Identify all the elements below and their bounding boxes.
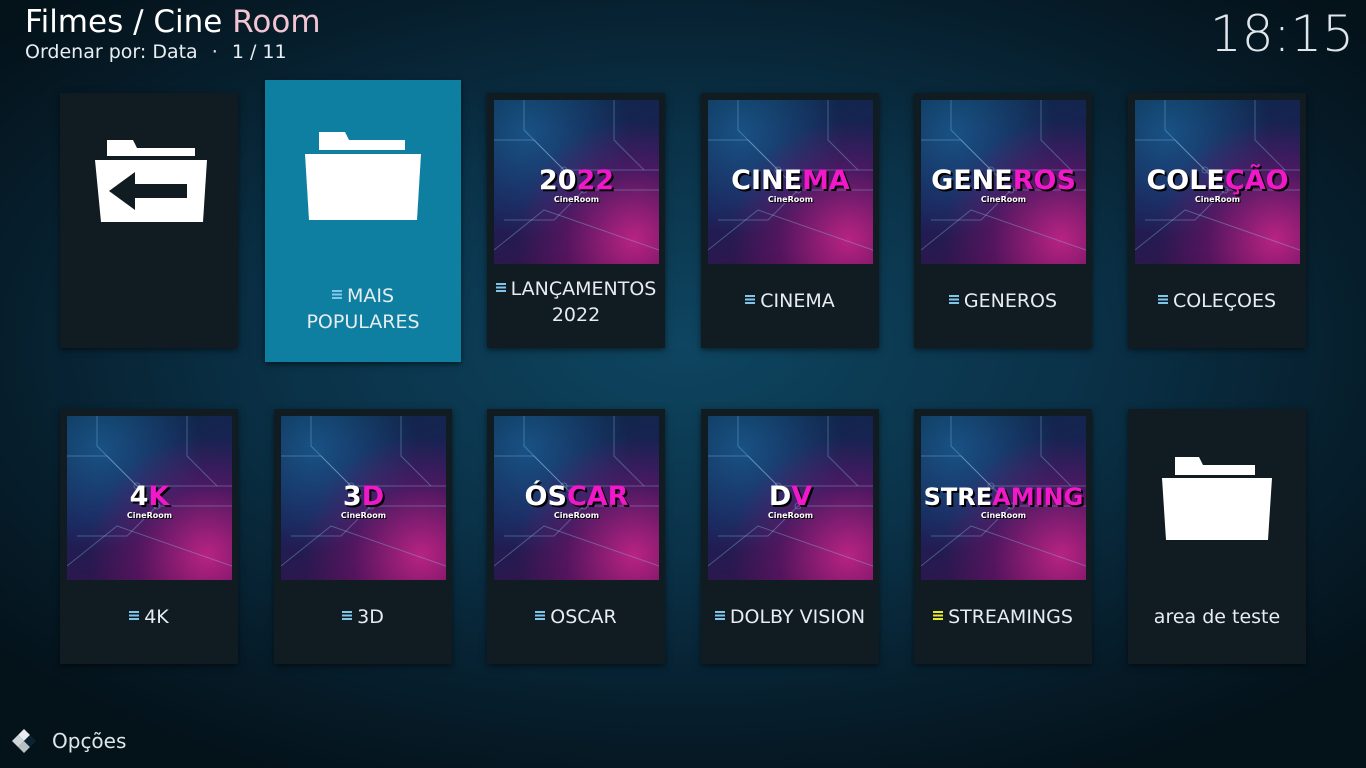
tile-area-de-teste[interactable]: area de teste [1128,409,1306,664]
section-name: Filmes [25,4,124,40]
addon-name-part1: Cine [153,4,223,40]
tile-mais-populares[interactable]: MAIS POPULARES [265,80,461,362]
thumbnail: GENEROS CineRoom [921,100,1086,264]
list-icon [331,290,342,299]
sort-label[interactable]: Ordenar por: Data [25,41,198,63]
folder-icon [305,132,421,220]
tile-label: DOLBY VISION [701,604,879,630]
tile-label: area de teste [1153,606,1281,628]
list-icon [495,283,506,292]
options-label: Opções [52,729,127,753]
tile-streamings[interactable]: STREAMING CineRoom STREAMINGS [914,409,1092,664]
tile-label: MAIS POPULARES [306,285,420,333]
tile-label: GENEROS [914,288,1092,314]
thumbnail: 4K CineRoom [67,416,232,580]
tile-3d[interactable]: 3D CineRoom 3D [274,409,452,664]
tile-cinema[interactable]: CINEMA CineRoom CINEMA [701,93,879,348]
thumbnail: STREAMING CineRoom [921,416,1086,580]
folder-back-icon [95,140,207,222]
addon-name-part2: Room [232,4,321,40]
sort-info: Ordenar por: Data · 1 / 11 [25,40,287,64]
options-icon [12,729,36,753]
thumbnail: COLEÇÃO CineRoom [1135,100,1300,264]
thumbnail: 3D CineRoom [281,416,446,580]
list-icon [745,295,756,304]
tile-label: STREAMINGS [914,604,1092,630]
tile-oscar[interactable]: ÓSCAR CineRoom OSCAR [487,409,665,664]
tile-dolby-vision[interactable]: DV CineRoom DOLBY VISION [701,409,879,664]
tile-colecoes[interactable]: COLEÇÃO CineRoom COLEÇOES [1128,93,1306,348]
tile-generos[interactable]: GENEROS CineRoom GENEROS [914,93,1092,348]
options-button[interactable]: Opções [10,727,126,755]
list-icon [714,611,725,620]
tile-4k[interactable]: 4K CineRoom 4K [60,409,238,664]
breadcrumb-title: Filmes / Cine Room [25,2,321,42]
thumbnail: 2022 CineRoom [494,100,659,264]
list-icon [342,611,353,620]
breadcrumb-separator: / [123,4,154,40]
page-counter: 1 / 11 [231,41,287,63]
tile-back[interactable] [60,93,238,348]
thumbnail: CINEMA CineRoom [708,100,873,264]
list-icon [129,611,140,620]
tile-label: 4K [60,604,238,630]
dot-separator: · [211,41,218,63]
tile-label: LANÇAMENTOS 2022 [487,276,665,328]
tile-label: COLEÇOES [1128,288,1306,314]
tile-label: 3D [274,604,452,630]
thumbnail: ÓSCAR CineRoom [494,416,659,580]
tile-label: OSCAR [487,604,665,630]
folder-icon [1162,457,1272,540]
thumbnail: DV CineRoom [708,416,873,580]
clock: 18:15 [1209,5,1354,63]
list-icon [948,295,959,304]
list-icon [535,611,546,620]
list-icon [933,611,944,620]
tile-lancamentos-2022[interactable]: 2022 CineRoom LANÇAMENTOS 2022 [487,93,665,348]
tile-label: CINEMA [701,288,879,314]
list-icon [1157,295,1168,304]
